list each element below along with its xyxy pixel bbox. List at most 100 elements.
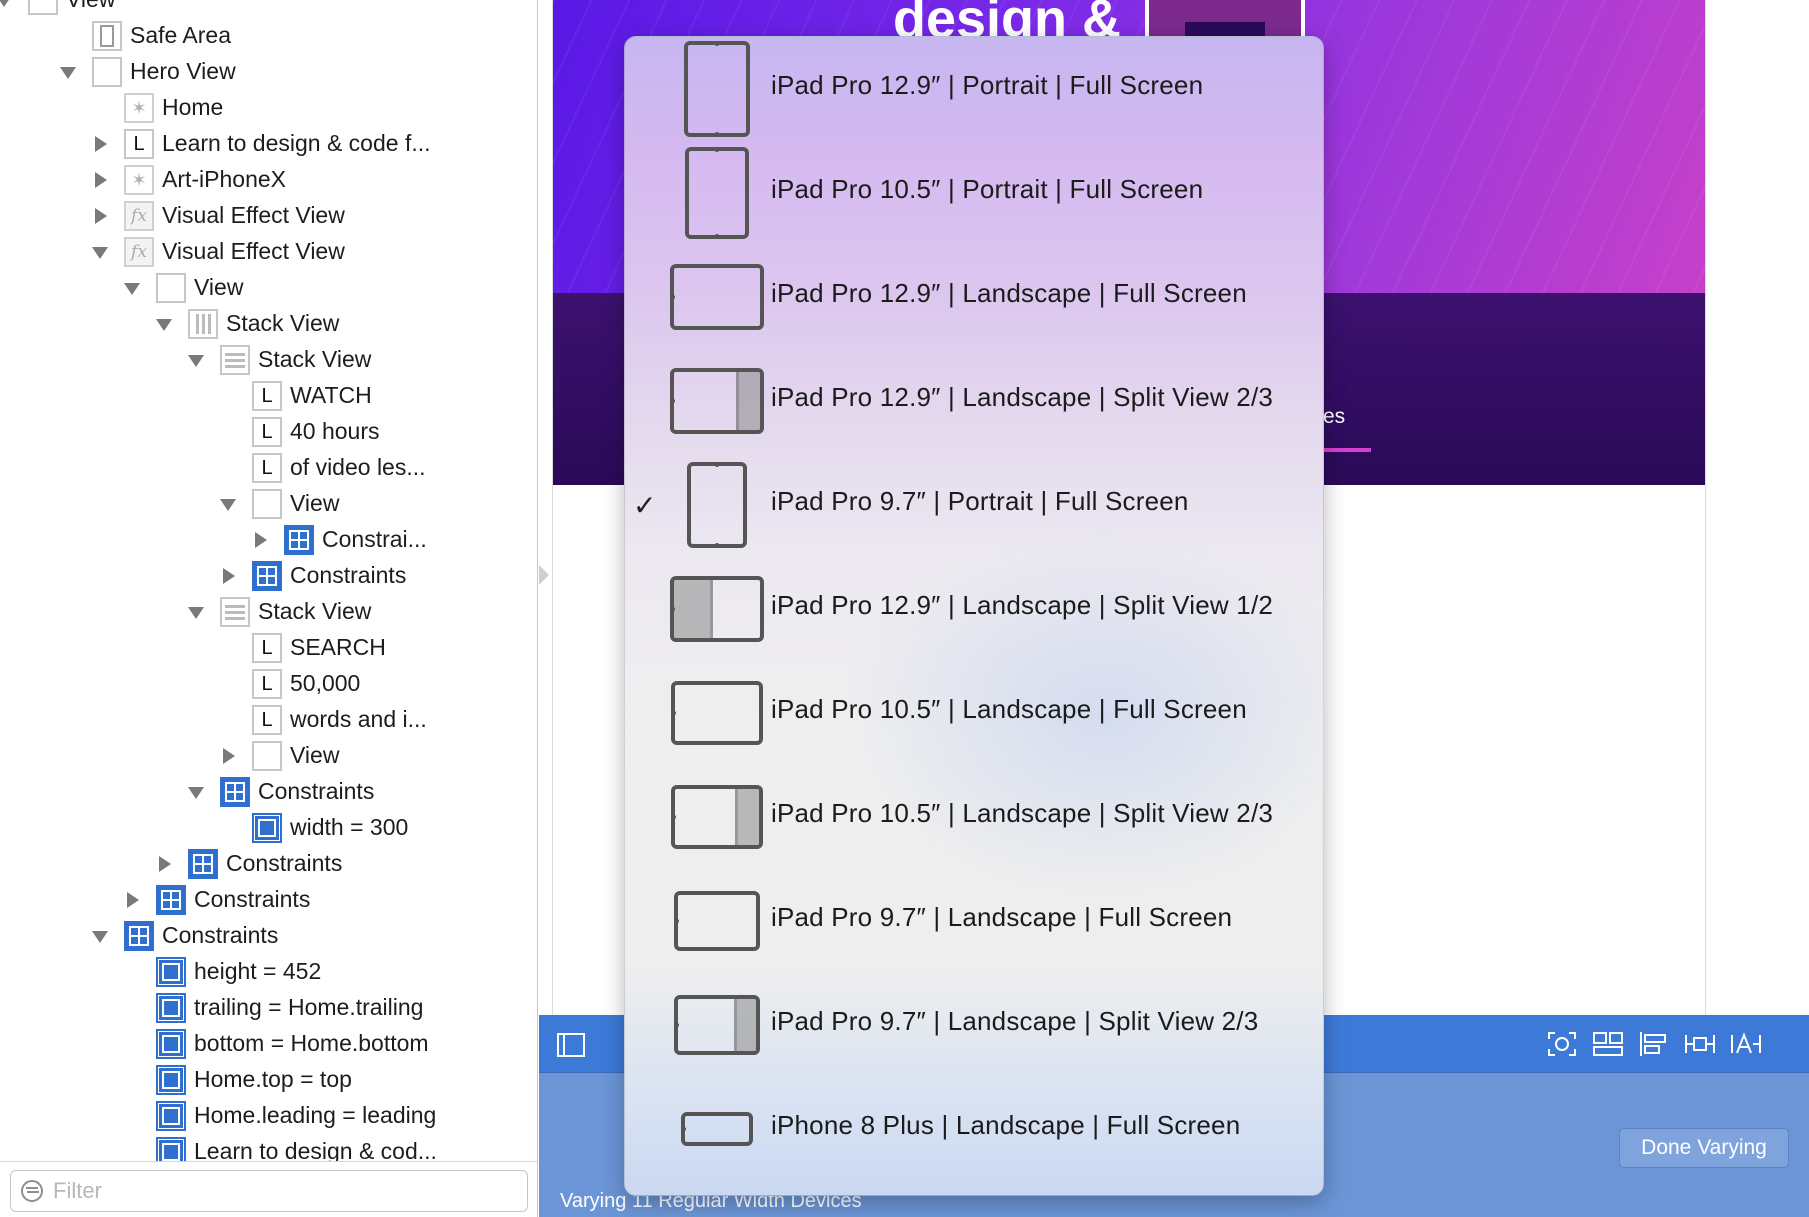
outline-row[interactable]: Hero View — [0, 54, 537, 90]
filter-input[interactable] — [53, 1177, 513, 1205]
trailing-constraint-icon — [156, 993, 186, 1023]
outline-row[interactable]: Constraints — [0, 882, 537, 918]
outline-row[interactable]: Lof video les... — [0, 450, 537, 486]
outline-row[interactable]: L WATCH — [0, 378, 537, 414]
outline-row-label: View — [290, 742, 340, 768]
outline-row-label: Stack View — [258, 346, 372, 372]
outline-row-label: Constrai... — [322, 526, 427, 552]
outline-row[interactable]: Constraints — [0, 558, 537, 594]
device-menu-item[interactable]: iPad Pro 12.9″ | Landscape | Full Screen — [625, 245, 1323, 349]
disclosure-expanded-icon[interactable] — [58, 62, 78, 82]
view-icon — [156, 273, 186, 303]
outline-row[interactable]: Constraints — [0, 774, 537, 810]
outline-row-label: Visual Effect View — [162, 202, 345, 228]
outline-row[interactable]: height = 452 — [0, 954, 537, 990]
outline-row[interactable]: Constrai... — [0, 522, 537, 558]
disclosure-collapsed-icon[interactable] — [218, 746, 238, 766]
outline-row[interactable]: Stack View — [0, 306, 537, 342]
device-menu-item[interactable]: iPad Pro 9.7″ | Landscape | Split View 2… — [625, 973, 1323, 1077]
view-icon — [252, 489, 282, 519]
disclosure-expanded-icon[interactable] — [122, 278, 142, 298]
disclosure-collapsed-icon[interactable] — [250, 530, 270, 550]
outline-row-label: Hero View — [130, 58, 236, 84]
outline-row[interactable]: L 40 hours — [0, 414, 537, 450]
outline-row[interactable]: Constraints — [0, 918, 537, 954]
device-menu-item[interactable]: ✓ iPad Pro 9.7″ | Portrait | Full Screen — [625, 453, 1323, 557]
disclosure-expanded-icon[interactable] — [0, 0, 14, 10]
image-view-icon — [124, 93, 154, 123]
disclosure-expanded-icon[interactable] — [90, 242, 110, 262]
outline-row[interactable]: Safe Area — [0, 18, 537, 54]
label-icon: L — [252, 453, 282, 483]
disclosure-collapsed-icon[interactable] — [218, 566, 238, 586]
device-menu-item[interactable]: iPad Pro 10.5″ | Landscape | Split View … — [625, 765, 1323, 869]
outline-row-label: Art-iPhoneX — [162, 166, 287, 192]
ipad-landscape-split-half-icon — [670, 576, 764, 642]
device-menu-item-label: iPad Pro 12.9″ | Landscape | Split View … — [771, 382, 1274, 412]
outline-row[interactable]: Art-iPhoneX — [0, 162, 537, 198]
constraints-icon — [124, 921, 154, 951]
device-menu-item[interactable]: iPhone 8 Plus | Landscape | Full Screen — [625, 1077, 1323, 1181]
outline-row[interactable]: View — [0, 0, 537, 18]
device-menu-item[interactable]: iPad Pro 10.5″ | Landscape | Full Screen — [625, 661, 1323, 765]
disclosure-collapsed-icon[interactable] — [90, 206, 110, 226]
outline-row[interactable]: L Learn to design & code f... — [0, 126, 537, 162]
toggle-outline-icon[interactable] — [557, 1033, 585, 1057]
outline-row[interactable]: Home — [0, 90, 537, 126]
outline-row[interactable]: View — [0, 270, 537, 306]
outline-row[interactable]: Stack View — [0, 594, 537, 630]
outline-row[interactable]: View — [0, 486, 537, 522]
disclosure-collapsed-icon[interactable] — [90, 170, 110, 190]
outline-row[interactable]: Stack View — [0, 342, 537, 378]
disclosure-expanded-icon[interactable] — [186, 602, 206, 622]
disclosure-expanded-icon[interactable] — [154, 314, 174, 334]
outline-row-label: Safe Area — [130, 22, 232, 48]
filter-field[interactable] — [10, 1170, 528, 1212]
label-icon: L — [252, 417, 282, 447]
outline-row-label: Constraints — [194, 886, 311, 912]
panel-resize-handle[interactable] — [539, 563, 551, 587]
disclosure-collapsed-icon[interactable] — [154, 854, 174, 874]
outline-row[interactable]: Visual Effect View — [0, 234, 537, 270]
align-icon[interactable] — [1637, 1029, 1671, 1059]
ipad-landscape-icon — [671, 681, 763, 745]
update-frames-icon[interactable] — [1545, 1029, 1579, 1059]
ipad-landscape-split-two-thirds-icon — [674, 995, 760, 1055]
outline-row[interactable]: width = 300 — [0, 810, 537, 846]
outline-row-label: View — [194, 274, 244, 300]
disclosure-expanded-icon[interactable] — [218, 494, 238, 514]
disclosure-collapsed-icon[interactable] — [90, 134, 110, 154]
disclosure-expanded-icon[interactable] — [186, 350, 206, 370]
device-menu-item[interactable]: iPad Pro 12.9″ | Portrait | Full Screen — [625, 37, 1323, 141]
constraints-icon — [220, 777, 250, 807]
disclosure-expanded-icon[interactable] — [90, 926, 110, 946]
outline-row-label: View — [66, 0, 115, 13]
outline-row[interactable]: View — [0, 738, 537, 774]
add-constraints-icon[interactable] — [1683, 1029, 1717, 1059]
constraints-icon — [188, 849, 218, 879]
disclosure-expanded-icon[interactable] — [186, 782, 206, 802]
done-varying-button[interactable]: Done Varying — [1619, 1128, 1789, 1168]
outline-row[interactable]: Home.leading = leading — [0, 1098, 537, 1134]
ipad-landscape-split-two-thirds-icon — [670, 368, 764, 434]
outline-row[interactable]: Home.top = top — [0, 1062, 537, 1098]
embed-in-stack-icon[interactable] — [1591, 1029, 1625, 1059]
filter-bar — [0, 1161, 537, 1217]
outline-row[interactable]: Constraints — [0, 846, 537, 882]
device-menu-item[interactable]: iPad Pro 9.7″ | Landscape | Full Screen — [625, 869, 1323, 973]
outline-row[interactable]: trailing = Home.trailing — [0, 990, 537, 1026]
resolve-issues-icon[interactable] — [1729, 1029, 1763, 1059]
device-menu-item-label: iPad Pro 10.5″ | Portrait | Full Screen — [771, 174, 1204, 204]
outline-row[interactable]: L SEARCH — [0, 630, 537, 666]
device-menu-item[interactable]: iPad Pro 12.9″ | Landscape | Split View … — [625, 349, 1323, 453]
outline-row-label: View — [290, 490, 340, 516]
device-menu-item[interactable]: iPad Pro 10.5″ | Portrait | Full Screen — [625, 141, 1323, 245]
top-constraint-icon — [156, 1065, 186, 1095]
disclosure-collapsed-icon[interactable] — [122, 890, 142, 910]
device-menu-item[interactable]: iPad Pro 12.9″ | Landscape | Split View … — [625, 557, 1323, 661]
outline-row[interactable]: Lwords and i... — [0, 702, 537, 738]
outline-row-label: of video les... — [290, 454, 426, 480]
outline-row[interactable]: Visual Effect View — [0, 198, 537, 234]
outline-row[interactable]: bottom = Home.bottom — [0, 1026, 537, 1062]
outline-row[interactable]: L 50,000 — [0, 666, 537, 702]
